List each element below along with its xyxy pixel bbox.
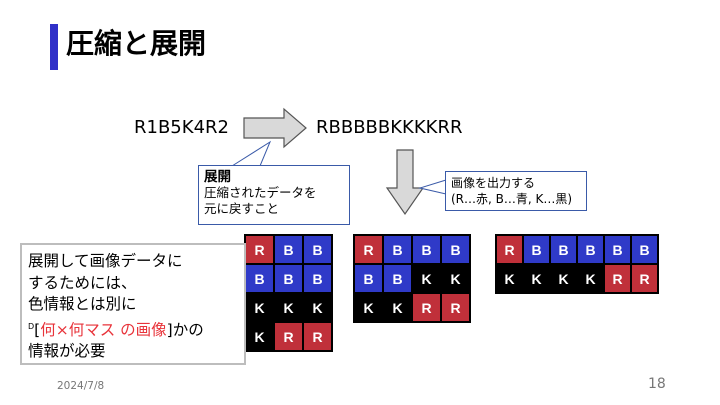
grid-cell: R — [497, 236, 522, 263]
note-line3: 色情報とは別に — [28, 295, 137, 313]
grid-cell: R — [605, 265, 630, 292]
grid-cell: B — [551, 236, 576, 263]
grid-cell: B — [275, 236, 302, 263]
grid-cell: B — [384, 265, 411, 292]
footer-date: 2024/7/8 — [57, 380, 105, 392]
note-line1: 展開して画像データに — [28, 252, 183, 270]
callout-expand-heading: 展開 — [204, 169, 231, 185]
grid-3x4: RBBBBBKKKKRR — [244, 234, 333, 352]
grid-cell: B — [275, 265, 302, 292]
note-line4: D[何×何マス の画像]かの — [28, 316, 238, 342]
grid-cell: K — [246, 323, 273, 350]
page-number: 18 — [648, 376, 666, 392]
grid-cell: K — [578, 265, 603, 292]
grid-cell: K — [355, 294, 382, 321]
grid-cell: K — [413, 265, 440, 292]
grid-cell: K — [442, 265, 469, 292]
callout-output-tail — [418, 179, 447, 195]
right-arrow-icon — [243, 107, 307, 149]
grid-cell: B — [304, 236, 331, 263]
note-bracket-close: ]かの — [166, 320, 204, 339]
callout-expand: 展開 圧縮されたデータを 元に戻すこと — [198, 165, 350, 225]
grid-cell: B — [246, 265, 273, 292]
callout-expand-line2: 元に戻すこと — [204, 201, 280, 216]
grid-cell: R — [632, 265, 657, 292]
callout-expand-line1: 圧縮されたデータを — [204, 185, 317, 200]
callout-expand-tail — [230, 140, 272, 167]
grid-cell: R — [442, 294, 469, 321]
grid-cell: K — [275, 294, 302, 321]
callout-output: 画像を出力する (R…赤, B…青, K…黒) — [445, 171, 587, 211]
grid-6x2: RBBBBBKKKKRR — [495, 234, 659, 294]
explanation-note: 展開して画像データに するためには、 色情報とは別に D[何×何マス の画像]か… — [20, 243, 246, 365]
grid-cell: K — [304, 294, 331, 321]
down-arrow-icon — [385, 149, 425, 216]
note-highlight: 何×何マス の画像 — [40, 320, 167, 339]
grid-cell: R — [413, 294, 440, 321]
note-line5: 情報が必要 — [28, 342, 106, 361]
grid-cell: K — [497, 265, 522, 292]
grid-cell: B — [304, 265, 331, 292]
callout-output-line1: 画像を出力する — [451, 176, 536, 190]
grid-cell: R — [355, 236, 382, 263]
grid-cell: B — [578, 236, 603, 263]
grid-cell: R — [275, 323, 302, 350]
grid-cell: R — [246, 236, 273, 263]
grid-cell: K — [551, 265, 576, 292]
grid-cell: K — [246, 294, 273, 321]
callout-output-line2: (R…赤, B…青, K…黒) — [451, 192, 573, 206]
grid-cell: R — [304, 323, 331, 350]
grid-cell: B — [605, 236, 630, 263]
grid-cell: B — [413, 236, 440, 263]
grid-cell: B — [355, 265, 382, 292]
grid-cell: K — [524, 265, 549, 292]
grid-cell: B — [442, 236, 469, 263]
grid-cell: B — [524, 236, 549, 263]
grid-cell: B — [384, 236, 411, 263]
grid-cell: K — [384, 294, 411, 321]
note-line2: するためには、 — [28, 273, 137, 292]
grid-4x3: RBBBBBKKKKRR — [353, 234, 471, 323]
grid-cell: B — [632, 236, 657, 263]
